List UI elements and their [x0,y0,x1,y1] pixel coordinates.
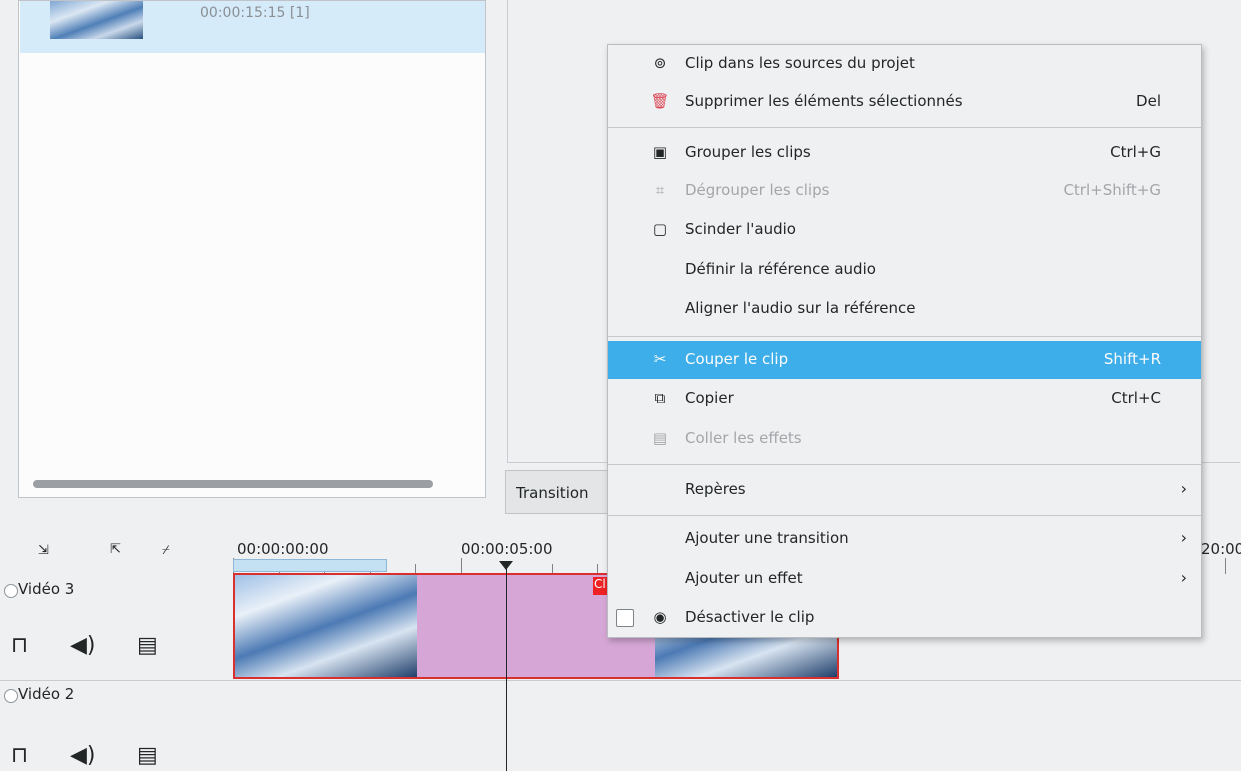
track-name: Vidéo 3 [18,580,75,598]
menu-item-delete[interactable]: 🗑 Supprimer les éléments sélectionnés De… [608,83,1201,121]
menu-item-group[interactable]: ▣ Grouper les clips Ctrl+G [608,134,1201,172]
menu-item-disable-clip[interactable]: ◉ Désactiver le clip [608,599,1201,637]
ruler-label: 20:00 [1201,540,1241,558]
paste-icon: ▤ [652,429,668,447]
track-name: Vidéo 2 [18,685,75,703]
menu-item-add-transition[interactable]: Ajouter une transition › [608,520,1201,558]
ruler-tick [461,558,462,574]
timeline-zone[interactable] [233,559,387,572]
track-select-radio[interactable] [4,584,18,598]
ruler-tick [1225,558,1226,574]
menu-item-split-audio[interactable]: ▢ Scinder l'audio [608,211,1201,249]
copy-icon: ⧉ [654,389,666,407]
film-icon[interactable]: ▤ [137,633,158,658]
menu-separator [608,464,1201,465]
split-audio-icon: ▢ [652,220,668,238]
speaker-icon[interactable]: ◀) [70,633,96,658]
disable-clip-checkbox[interactable] [616,609,634,627]
menu-separator [608,127,1201,128]
menu-separator [608,515,1201,516]
menu-item-cut-clip[interactable]: ✂ Couper le clip Shift+R [608,341,1201,379]
playhead-line [506,566,507,771]
bin-clip-timecode: 00:00:15:15 [1] [200,5,310,21]
context-menu: ⊚ Clip dans les sources du projet 🗑 Supp… [607,44,1202,638]
collapse-icon[interactable]: ⇱ [110,542,121,557]
bin-clip-thumbnail [50,1,143,39]
clip-source-icon: ⊚ [653,54,667,72]
ungroup-icon: ⌗ [655,181,665,199]
fit-zoom-icon[interactable]: ⇲ [38,543,49,558]
bin-scrollbar[interactable] [33,480,433,488]
group-icon: ▣ [652,143,668,161]
track-select-radio[interactable] [4,689,18,703]
film-icon[interactable]: ▤ [137,743,158,768]
chevron-right-icon: › [1180,479,1187,498]
track-head-video-3: Vidéo 3 ⊓ ◀) ▤ [0,573,232,679]
ruler-label: 00:00:00:00 [237,540,329,558]
scissors-icon: ✂ [653,350,667,368]
tab-transition[interactable]: Transition [505,470,615,514]
menu-item-set-audio-reference[interactable]: Définir la référence audio [608,251,1201,289]
menu-item-copy[interactable]: ⧉ Copier Ctrl+C [608,380,1201,418]
menu-item-align-audio[interactable]: Aligner l'audio sur la référence [608,290,1201,328]
eye-icon: ◉ [653,608,667,626]
speaker-icon[interactable]: ◀) [70,743,96,768]
menu-item-markers[interactable]: Repères › [608,471,1201,509]
chevron-right-icon: › [1180,528,1187,547]
no-snap-icon[interactable]: ⌿ [162,543,170,558]
menu-item-clip-in-project[interactable]: ⊚ Clip dans les sources du projet [608,45,1201,83]
trash-icon: 🗑 [650,92,670,110]
menu-item-add-effect[interactable]: Ajouter un effet › [608,560,1201,598]
bin-clip-row[interactable]: 00:00:15:15 [1] [20,1,485,53]
project-bin: 00:00:15:15 [1] [18,0,486,498]
track-head-video-2: Vidéo 2 ⊓ ◀) ▤ [0,681,232,771]
ruler-label: 00:00:05:00 [461,540,553,558]
menu-item-ungroup[interactable]: ⌗ Dégrouper les clips Ctrl+Shift+G [608,172,1201,210]
clip-thumbnail-start [235,575,417,677]
menu-separator [608,336,1201,337]
lock-icon[interactable]: ⊓ [11,633,28,658]
lock-icon[interactable]: ⊓ [11,743,28,768]
menu-item-paste-effects[interactable]: ▤ Coller les effets [608,420,1201,458]
chevron-right-icon: › [1180,568,1187,587]
